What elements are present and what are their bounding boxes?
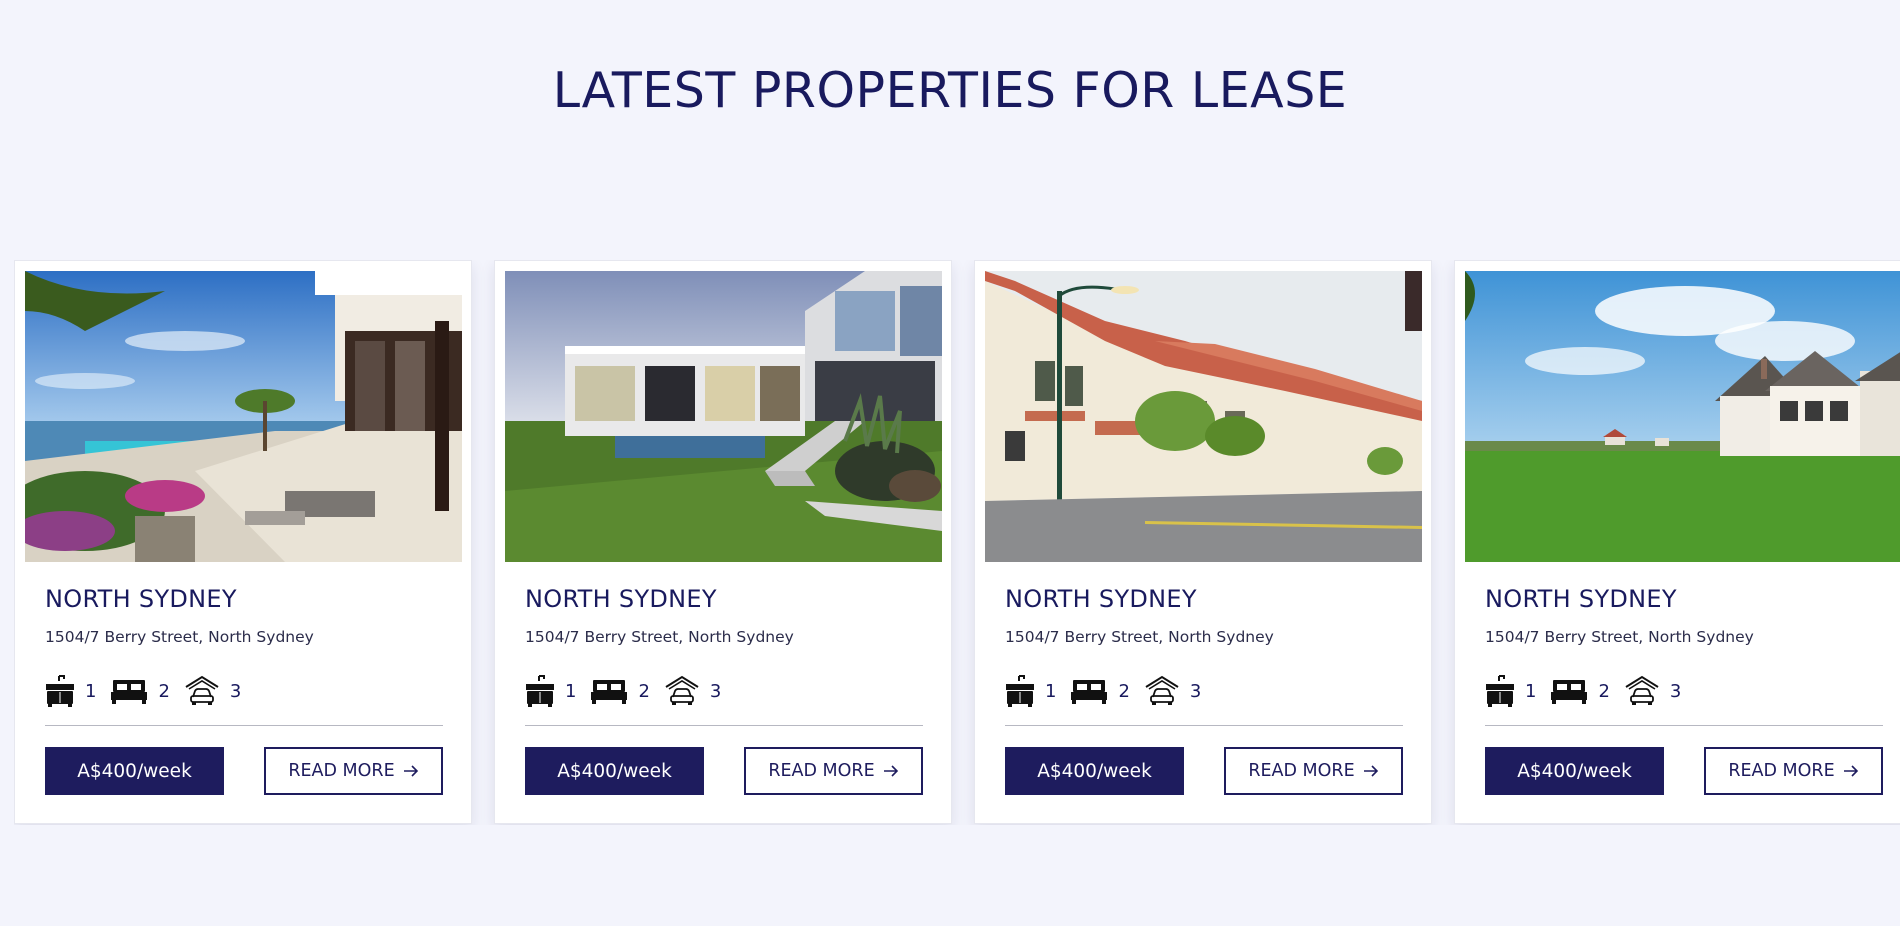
bedroom-count: 2 (158, 680, 170, 702)
property-address: 1504/7 Berry Street, North Sydney (1005, 628, 1274, 646)
bathroom-vanity-icon (46, 675, 74, 707)
bathroom-count: 1 (565, 680, 577, 702)
property-card: NORTH SYDNEY 1504/7 Berry Street, North … (1454, 260, 1900, 824)
property-photo[interactable] (985, 271, 1422, 562)
garage-count: 3 (1189, 680, 1202, 702)
arrow-right-icon (883, 765, 898, 777)
property-features: 1 2 3 (1485, 671, 1695, 711)
read-more-button[interactable]: READ MORE (1224, 747, 1403, 795)
price-tag: A$400/week (1485, 747, 1664, 795)
garage-car-icon (1145, 675, 1179, 705)
bed-icon (1551, 680, 1588, 704)
card-divider (1485, 725, 1883, 726)
garage-count: 3 (229, 680, 242, 702)
townhouse-street-photo (985, 271, 1422, 562)
property-address: 1504/7 Berry Street, North Sydney (45, 628, 314, 646)
property-address: 1504/7 Berry Street, North Sydney (1485, 628, 1754, 646)
page-title: LATEST PROPERTIES FOR LEASE (552, 62, 1348, 119)
property-photo[interactable] (25, 271, 462, 562)
bedroom-count: 2 (1118, 680, 1130, 702)
price-tag: A$400/week (45, 747, 224, 795)
card-divider (525, 725, 923, 726)
price-tag: A$400/week (525, 747, 704, 795)
read-more-button[interactable]: READ MORE (1704, 747, 1883, 795)
property-features: 1 2 3 (1005, 671, 1215, 711)
modern-glass-house-photo (505, 271, 942, 562)
bathroom-count: 1 (85, 680, 97, 702)
price-tag: A$400/week (1005, 747, 1184, 795)
bathroom-count: 1 (1525, 680, 1537, 702)
arrow-right-icon (1363, 765, 1378, 777)
read-more-label: READ MORE (288, 761, 395, 781)
read-more-button[interactable]: READ MORE (744, 747, 923, 795)
property-carousel: NORTH SYDNEY 1504/7 Berry Street, North … (14, 260, 1900, 825)
beach-resort-villa-photo (25, 271, 462, 562)
arrow-right-icon (403, 765, 418, 777)
garage-car-icon (185, 675, 219, 705)
property-title[interactable]: NORTH SYDNEY (525, 585, 717, 613)
house-on-lawn-photo (1465, 271, 1900, 562)
property-title[interactable]: NORTH SYDNEY (1005, 585, 1197, 613)
bathroom-vanity-icon (1486, 675, 1514, 707)
read-more-label: READ MORE (768, 761, 875, 781)
garage-car-icon (665, 675, 699, 705)
garage-count: 3 (1669, 680, 1682, 702)
property-title[interactable]: NORTH SYDNEY (1485, 585, 1677, 613)
card-divider (45, 725, 443, 726)
bathroom-vanity-icon (526, 675, 554, 707)
property-photo[interactable] (505, 271, 942, 562)
bathroom-vanity-icon (1006, 675, 1034, 707)
bathroom-count: 1 (1045, 680, 1057, 702)
garage-count: 3 (709, 680, 722, 702)
read-more-label: READ MORE (1728, 761, 1835, 781)
bed-icon (1071, 680, 1108, 704)
garage-car-icon (1625, 675, 1659, 705)
property-photo[interactable] (1465, 271, 1900, 562)
bedroom-count: 2 (1598, 680, 1610, 702)
card-divider (1005, 725, 1403, 726)
property-card: NORTH SYDNEY 1504/7 Berry Street, North … (974, 260, 1432, 824)
property-features: 1 2 3 (45, 671, 255, 711)
property-address: 1504/7 Berry Street, North Sydney (525, 628, 794, 646)
bed-icon (111, 680, 148, 704)
property-card: NORTH SYDNEY 1504/7 Berry Street, North … (494, 260, 952, 824)
property-features: 1 2 3 (525, 671, 735, 711)
bed-icon (591, 680, 628, 704)
read-more-label: READ MORE (1248, 761, 1355, 781)
property-title[interactable]: NORTH SYDNEY (45, 585, 237, 613)
read-more-button[interactable]: READ MORE (264, 747, 443, 795)
arrow-right-icon (1843, 765, 1858, 777)
property-card: NORTH SYDNEY 1504/7 Berry Street, North … (14, 260, 472, 824)
bedroom-count: 2 (638, 680, 650, 702)
